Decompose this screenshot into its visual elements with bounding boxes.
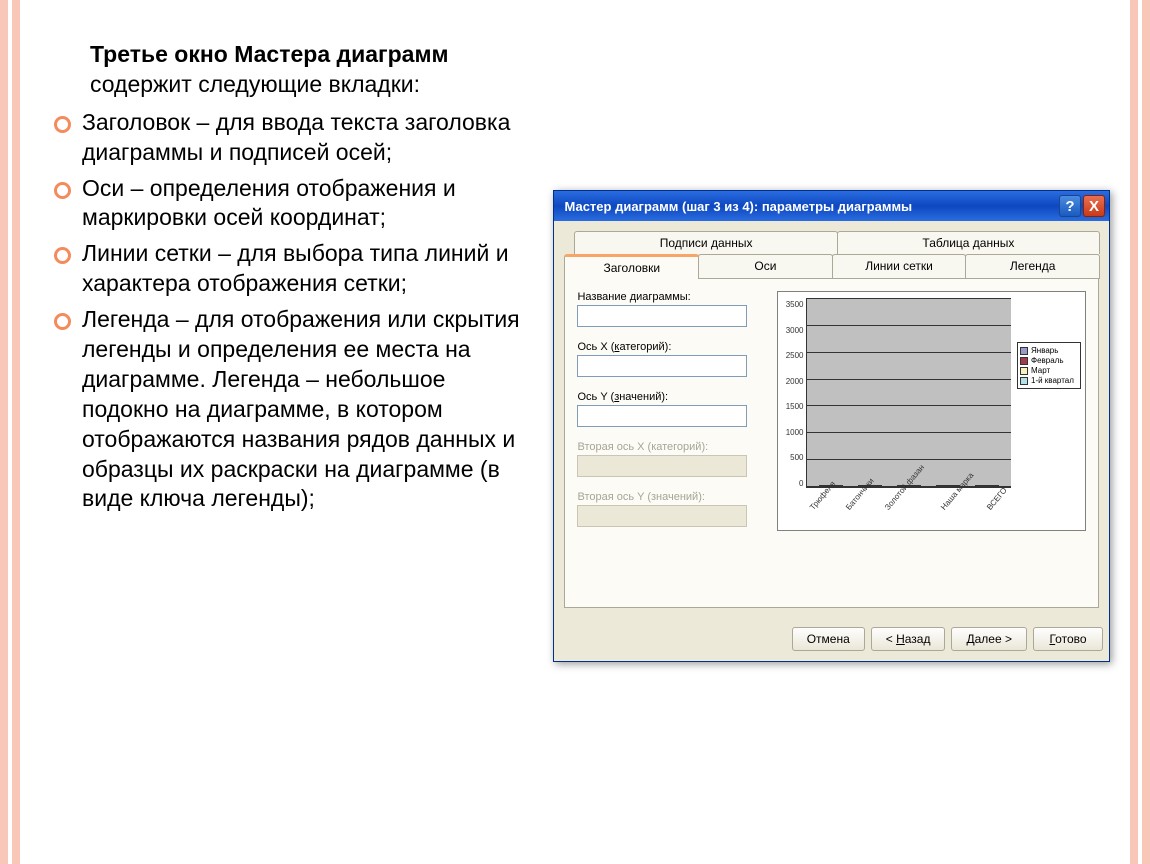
legend-label: Январь bbox=[1031, 346, 1058, 355]
chart-wizard-dialog: Мастер диаграмм (шаг 3 из 4): параметры … bbox=[553, 190, 1110, 662]
list-item: Линии сетки – для выбора типа линий и ха… bbox=[50, 239, 523, 299]
y-axis-label: Ось Y (значений): bbox=[577, 391, 767, 403]
legend-label: Март bbox=[1031, 366, 1050, 375]
list-item: Оси – определения отображения и маркиров… bbox=[50, 174, 523, 234]
tab-data-table[interactable]: Таблица данных bbox=[837, 231, 1100, 254]
chart-title-input[interactable] bbox=[577, 305, 747, 327]
bar bbox=[993, 485, 999, 487]
list-item: Заголовок – для ввода текста заголовка д… bbox=[50, 108, 523, 168]
y-tick: 2000 bbox=[782, 377, 803, 386]
legend-item: Март bbox=[1020, 366, 1078, 375]
chart-title-label: Название диаграммы: bbox=[577, 291, 767, 303]
intro-rest: содержит следующие вкладки: bbox=[90, 71, 420, 97]
legend-swatch bbox=[1020, 377, 1028, 385]
y-tick: 0 bbox=[782, 479, 803, 488]
chart-legend: ЯнварьФевральМарт1-й квартал bbox=[1017, 342, 1081, 389]
legend-label: 1-й квартал bbox=[1031, 376, 1074, 385]
legend-swatch bbox=[1020, 357, 1028, 365]
y-tick: 3500 bbox=[782, 300, 803, 309]
tab-data-labels[interactable]: Подписи данных bbox=[574, 231, 837, 254]
x2-axis-input bbox=[577, 455, 747, 477]
list-item: Легенда – для отображения или скрытия ле… bbox=[50, 305, 523, 514]
x2-axis-label: Вторая ось X (категорий): bbox=[577, 441, 767, 453]
tab-titles[interactable]: Заголовки bbox=[564, 254, 699, 279]
x-axis-input[interactable] bbox=[577, 355, 747, 377]
y-tick: 1000 bbox=[782, 428, 803, 437]
tab-axes[interactable]: Оси bbox=[698, 254, 833, 279]
y-tick: 1500 bbox=[782, 402, 803, 411]
next-button[interactable]: Далее > bbox=[951, 627, 1027, 651]
legend-label: Февраль bbox=[1031, 356, 1064, 365]
y-axis-input[interactable] bbox=[577, 405, 747, 427]
legend-item: 1-й квартал bbox=[1020, 376, 1078, 385]
back-button[interactable]: < Назад bbox=[871, 627, 946, 651]
y-tick: 2500 bbox=[782, 351, 803, 360]
tab-legend[interactable]: Легенда bbox=[965, 254, 1100, 279]
chart-preview: 0500100015002000250030003500 ТрюфеляБато… bbox=[777, 291, 1086, 531]
legend-swatch bbox=[1020, 347, 1028, 355]
legend-item: Февраль bbox=[1020, 356, 1078, 365]
x-axis-label: Ось X (категорий): bbox=[577, 341, 767, 353]
cancel-button[interactable]: Отмена bbox=[792, 627, 865, 651]
legend-item: Январь bbox=[1020, 346, 1078, 355]
intro-bold: Третье окно Мастера диаграмм bbox=[90, 41, 448, 67]
y2-axis-label: Вторая ось Y (значений): bbox=[577, 491, 767, 503]
help-button[interactable]: ? bbox=[1059, 195, 1081, 217]
bullet-list: Заголовок – для ввода текста заголовка д… bbox=[50, 108, 523, 515]
window-title: Мастер диаграмм (шаг 3 из 4): параметры … bbox=[564, 199, 1059, 214]
y2-axis-input bbox=[577, 505, 747, 527]
legend-swatch bbox=[1020, 367, 1028, 375]
titlebar[interactable]: Мастер диаграмм (шаг 3 из 4): параметры … bbox=[554, 191, 1109, 221]
close-button[interactable]: X bbox=[1083, 195, 1105, 217]
intro-paragraph: Третье окно Мастера диаграмм содержит сл… bbox=[90, 40, 523, 100]
tab-gridlines[interactable]: Линии сетки bbox=[832, 254, 967, 279]
finish-button[interactable]: Готово bbox=[1033, 627, 1103, 651]
y-tick: 500 bbox=[782, 453, 803, 462]
y-tick: 3000 bbox=[782, 326, 803, 335]
